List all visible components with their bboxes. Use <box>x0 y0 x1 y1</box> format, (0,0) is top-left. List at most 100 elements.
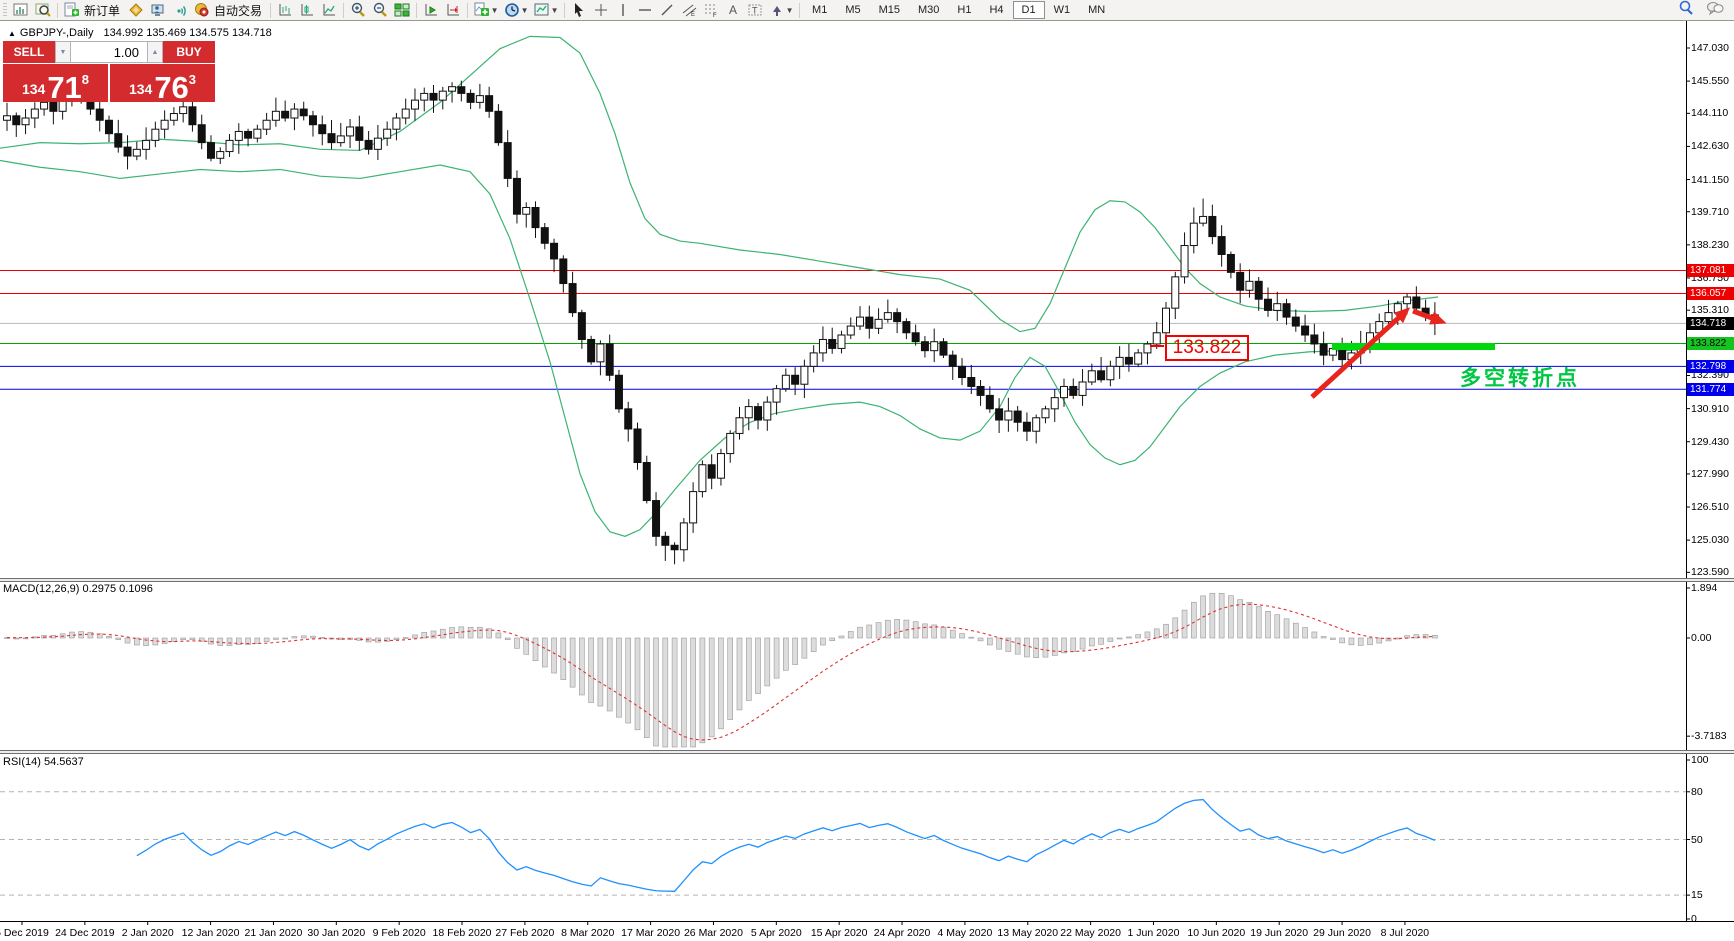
bear-candle <box>902 321 911 334</box>
macd-tick: 1.894 <box>1691 581 1718 594</box>
toolbar-grip[interactable] <box>3 3 7 17</box>
candlestick-chart-button[interactable] <box>296 1 318 19</box>
sell-button[interactable]: SELL <box>3 41 55 63</box>
channel-tool-button[interactable]: E <box>678 1 700 19</box>
line-chart-button[interactable] <box>318 1 340 19</box>
arrows-tool-button[interactable]: ▼ <box>766 1 796 19</box>
volume-decrease-button[interactable]: ▼ <box>55 41 71 63</box>
buy-button[interactable]: BUY <box>163 41 215 63</box>
volume-increase-button[interactable]: ▲ <box>147 41 163 63</box>
periods-button[interactable]: ▼ <box>501 1 531 19</box>
tf-button-h1[interactable]: H1 <box>948 1 980 19</box>
chart-symbol-header: ▲ GBPJPY-,Daily 134.992 135.469 134.575 13… <box>8 27 272 39</box>
candlestick-chart-icon <box>299 2 315 18</box>
macd-histogram-bar <box>263 637 270 642</box>
macd-histogram-bar <box>894 619 900 639</box>
one-click-trading-panel: SELL ▼ ▲ BUY 134 71 8 134 76 3 <box>3 41 215 103</box>
tf-button-m30[interactable]: M30 <box>909 1 948 19</box>
trendline-tool-button[interactable] <box>656 1 678 19</box>
bear-candle <box>318 124 327 135</box>
price-tick: 130.910 <box>1691 402 1729 415</box>
new-order-label[interactable]: 新订单 <box>83 2 125 19</box>
fibonacci-tool-button[interactable]: F <box>700 1 722 19</box>
autotrading-button[interactable] <box>191 1 213 19</box>
pane-divider[interactable] <box>0 578 1734 582</box>
bull-candle <box>1245 280 1254 291</box>
zoom-in-button[interactable] <box>347 1 369 19</box>
chat-icon[interactable] <box>1706 0 1724 21</box>
tf-button-m1[interactable]: M1 <box>803 1 836 19</box>
bull-candle <box>1152 332 1161 345</box>
bear-candle <box>1319 343 1328 356</box>
bull-candle <box>698 464 707 493</box>
price-tick: 147.030 <box>1691 42 1729 54</box>
autotrading-label[interactable]: 自动交易 <box>213 2 267 19</box>
macd-histogram-bar <box>1330 637 1336 640</box>
support-zone-bar[interactable] <box>1332 343 1495 350</box>
chart-shift-button[interactable] <box>442 1 464 19</box>
tf-button-h4[interactable]: H4 <box>980 1 1012 19</box>
cursor-icon <box>571 2 587 18</box>
bull-candle <box>262 119 271 130</box>
chart-preview-button[interactable] <box>32 1 54 19</box>
macd-histogram-bar <box>606 637 613 712</box>
new-order-button[interactable] <box>61 1 83 19</box>
search-icon[interactable] <box>1678 0 1694 21</box>
templates-button[interactable]: ▼ <box>531 1 561 19</box>
bear-candle <box>188 106 197 126</box>
text-tool-button[interactable]: A <box>722 1 744 19</box>
tf-button-m5[interactable]: M5 <box>836 1 869 19</box>
tf-button-w1[interactable]: W1 <box>1045 1 1080 19</box>
bear-candle <box>587 338 596 363</box>
collapse-triangle-icon[interactable]: ▲ <box>8 29 16 38</box>
new-chart-button[interactable] <box>10 1 32 19</box>
buy-price-display[interactable]: 134 76 3 <box>110 64 215 103</box>
indicators-button[interactable]: ▼ <box>471 1 501 19</box>
bear-candle <box>485 95 494 112</box>
price-tick: 139.710 <box>1691 205 1729 218</box>
price-badge-137.081: 137.081 <box>1687 264 1734 278</box>
zoom-out-button[interactable] <box>369 1 391 19</box>
bull-candle <box>800 365 809 385</box>
metaeditor-button[interactable] <box>125 1 147 19</box>
bar-chart-button[interactable] <box>274 1 296 19</box>
bear-candle <box>624 408 633 430</box>
bull-candle <box>1041 408 1050 419</box>
bear-candle <box>976 385 985 396</box>
bull-candle <box>290 108 299 119</box>
chart-canvas[interactable] <box>0 0 1734 941</box>
tf-button-m15[interactable]: M15 <box>870 1 909 19</box>
text-label-tool-button[interactable]: T <box>744 1 766 19</box>
bull-candle <box>373 137 382 150</box>
macd-histogram-bar <box>87 631 94 639</box>
macd-histogram-bar <box>1311 631 1318 639</box>
hline-tool-button[interactable] <box>634 1 656 19</box>
volume-input[interactable] <box>71 41 147 63</box>
bull-candle <box>346 126 355 137</box>
crosshair-tool-button[interactable] <box>590 1 612 19</box>
macd-histogram-bar <box>273 637 279 640</box>
tf-button-d1[interactable]: D1 <box>1012 1 1045 19</box>
toolbar-separator <box>564 2 566 18</box>
price-tick: 145.550 <box>1691 75 1729 88</box>
cursor-tool-button[interactable] <box>568 1 590 19</box>
turning-point-annotation[interactable]: 多空转折点 <box>1460 362 1580 392</box>
bear-candle <box>104 119 113 135</box>
vline-tool-button[interactable] <box>612 1 634 19</box>
tile-windows-button[interactable] <box>391 1 413 19</box>
price-level-annotation[interactable]: 133.822 <box>1165 335 1249 361</box>
market-watch-button[interactable] <box>147 1 169 19</box>
pane-divider[interactable] <box>0 750 1734 754</box>
sell-price-display[interactable]: 134 71 8 <box>3 64 108 103</box>
macd-histogram-bar <box>541 637 548 668</box>
tf-button-mn[interactable]: MN <box>1079 1 1114 19</box>
rsi-tick: 80 <box>1691 785 1703 798</box>
macd-histogram-bar <box>254 637 261 644</box>
bull-candle <box>151 128 160 141</box>
auto-scroll-button[interactable] <box>420 1 442 19</box>
bull-candle <box>1143 343 1152 354</box>
bear-candle <box>1208 215 1217 238</box>
macd-histogram-bar <box>1339 637 1345 644</box>
signals-button[interactable] <box>169 1 191 19</box>
bull-candle <box>856 316 865 327</box>
